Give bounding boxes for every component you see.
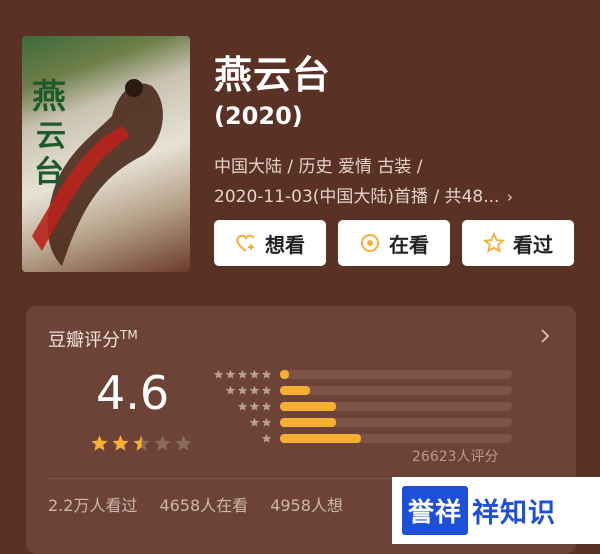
meta-release-text: 2020-11-03(中国大陆)首播 / 共48...: [214, 187, 500, 207]
distribution-bar-track: [280, 401, 512, 411]
watching-button[interactable]: 在看: [338, 220, 450, 266]
star-filled-icon: [112, 435, 129, 451]
distribution-bar-fill: [280, 369, 290, 379]
rating-score: 4.6: [96, 366, 170, 420]
distribution-bar-track: [280, 385, 512, 395]
distribution-bar-fill: [280, 385, 311, 395]
want-to-watch-label: 想看: [265, 232, 305, 257]
heart-plus-icon: [235, 232, 257, 254]
distribution-row-2-star: [208, 414, 512, 430]
small-star-icon: [261, 385, 272, 395]
star-half-icon: [133, 435, 150, 451]
star-filled-icon: [91, 435, 108, 451]
distribution-bar-fill: [280, 417, 336, 427]
poster-artwork: 燕 云 台: [32, 77, 163, 266]
distribution-star-label: [208, 385, 272, 396]
stat-watching[interactable]: 4658人在看: [159, 492, 248, 516]
star-empty-icon: [154, 435, 171, 451]
rating-header: 豆瓣评分TM: [48, 326, 138, 352]
action-bar: 想看 在看 看过: [214, 220, 574, 266]
watching-label: 在看: [389, 232, 429, 257]
watched-label: 看过: [513, 232, 553, 257]
poster-title-char-3: 台: [34, 155, 64, 190]
rating-header-text: 豆瓣评分: [48, 330, 120, 351]
small-star-icon: [261, 433, 272, 443]
distribution-row-3-star: [208, 398, 512, 414]
distribution-star-label: [208, 401, 272, 412]
chevron-right-icon: ›: [506, 188, 513, 206]
small-star-icon: [237, 369, 248, 379]
release-year: (2020): [214, 102, 303, 130]
page-title: 燕云台: [214, 53, 332, 97]
watermark-badge: 誉祥: [402, 486, 469, 535]
chevron-right-icon[interactable]: [538, 328, 552, 343]
watermark-logo: 誉祥 祥知识: [392, 477, 600, 544]
stat-watched[interactable]: 2.2万人看过: [48, 492, 137, 516]
distribution-bar-fill: [280, 401, 336, 411]
target-circle-icon: [359, 232, 381, 254]
small-star-icon: [249, 385, 260, 395]
small-star-icon: [261, 417, 272, 427]
small-star-icon: [225, 369, 236, 379]
star-outline-icon: [483, 232, 505, 254]
small-star-icon: [225, 385, 236, 395]
meta-genres: 中国大陆 / 历史 爱情 古装 /: [214, 157, 423, 177]
stat-want[interactable]: 4958人想: [270, 492, 343, 516]
distribution-star-label: [208, 369, 272, 380]
star-empty-icon: [175, 435, 192, 451]
distribution-star-label: [208, 417, 272, 428]
distribution-row-1-star: [208, 430, 512, 446]
rating-header-trademark: TM: [120, 328, 138, 342]
want-to-watch-button[interactable]: 想看: [214, 220, 326, 266]
audience-stats: 2.2万人看过 4658人在看 4958人想: [48, 492, 343, 516]
distribution-star-label: [208, 433, 272, 444]
small-star-icon: [237, 401, 248, 411]
poster-image[interactable]: 燕 云 台: [22, 36, 190, 272]
distribution-bar-fill: [280, 433, 362, 443]
distribution-row-5-star: [208, 366, 512, 382]
rating-distribution: [208, 366, 512, 446]
meta-release-info[interactable]: 2020-11-03(中国大陆)首播 / 共48... ›: [214, 182, 513, 207]
watched-button[interactable]: 看过: [462, 220, 574, 266]
distribution-bar-track: [280, 369, 512, 379]
small-star-icon: [261, 401, 272, 411]
small-star-icon: [249, 401, 260, 411]
rating-stars: [90, 434, 193, 453]
poster-title-char-2: 云: [36, 119, 66, 154]
small-star-icon: [249, 417, 260, 427]
small-star-icon: [213, 369, 224, 379]
watermark-text: 祥知识: [472, 498, 557, 529]
small-star-icon: [237, 385, 248, 395]
rating-count: 26623人评分: [412, 449, 499, 465]
small-star-icon: [249, 369, 260, 379]
distribution-bar-track: [280, 417, 512, 427]
distribution-row-4-star: [208, 382, 512, 398]
distribution-bar-track: [280, 433, 512, 443]
poster-title-char-1: 燕: [32, 77, 66, 117]
small-star-icon: [261, 369, 272, 379]
